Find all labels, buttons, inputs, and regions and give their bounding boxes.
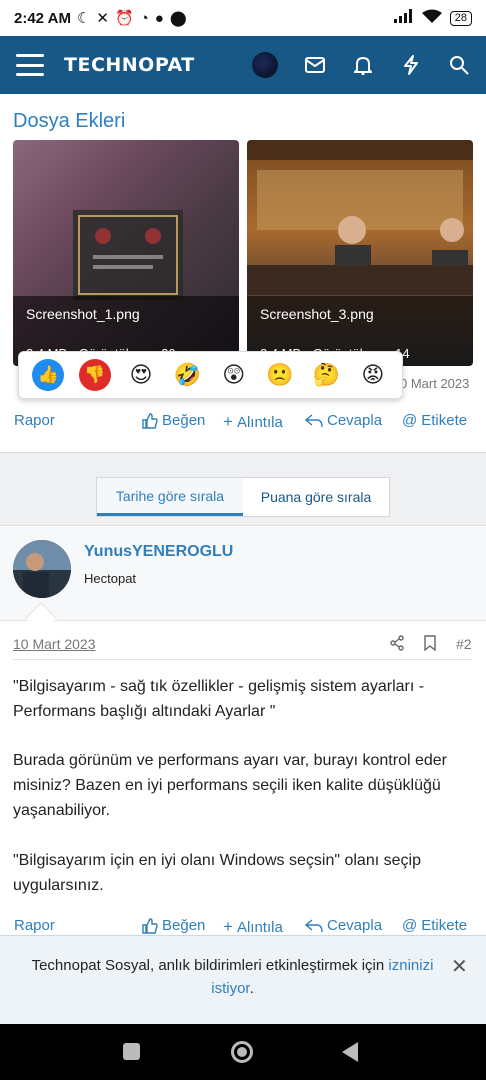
recents-button[interactable] xyxy=(123,1043,140,1060)
like-button[interactable]: Beğen xyxy=(142,917,205,934)
tab-sort-by-score[interactable]: Puana göre sırala xyxy=(243,478,389,516)
mute-icon: ✕ xyxy=(96,10,109,27)
moon-icon: ☾ xyxy=(76,10,91,27)
post-paragraph: "Bilgisayarım için en iyi olanı Windows … xyxy=(13,852,421,894)
like-button[interactable]: Beğen xyxy=(142,412,205,429)
status-time: 2:42 AM xyxy=(14,9,71,27)
at-icon: @ xyxy=(402,917,418,934)
quote-button[interactable]: + Alıntıla xyxy=(223,917,283,937)
thumbs-up-icon xyxy=(142,917,158,934)
close-icon[interactable]: ✕ xyxy=(451,954,468,979)
wow-reaction-icon[interactable]: 😲 xyxy=(218,359,250,391)
status-bar: 2:42 AM ☾ ✕ ⏰ ◔ ● ⬤ 28 xyxy=(0,0,486,36)
attachment-thumbnail-2[interactable]: Screenshot_3.png 2.4 MB · Görüntüleme: 1… xyxy=(247,140,473,366)
location-icon: ⬤ xyxy=(169,10,187,27)
site-logo[interactable]: TECHNOPAT xyxy=(64,54,195,76)
thumbs-up-icon xyxy=(142,412,158,429)
attachment-filename: Screenshot_1.png xyxy=(26,306,140,322)
love-eyes-reaction-icon[interactable]: 😍 xyxy=(125,359,157,391)
home-button[interactable] xyxy=(231,1041,253,1063)
menu-icon[interactable] xyxy=(16,54,44,76)
reply-icon xyxy=(305,918,323,932)
attachment-filename: Screenshot_3.png xyxy=(260,306,374,322)
mail-icon[interactable] xyxy=(304,54,326,76)
share-icon[interactable] xyxy=(389,635,405,656)
reply-icon xyxy=(305,413,323,427)
quote-button[interactable]: + Alıntıla xyxy=(223,412,283,432)
laugh-reaction-icon[interactable]: 🤣 xyxy=(171,359,203,391)
plus-icon: + xyxy=(223,917,233,936)
like-reaction-icon[interactable]: 👍 xyxy=(32,359,65,391)
notification-text: Technopat Sosyal, anlık bildirimleri etk… xyxy=(31,957,389,974)
post-user-block xyxy=(0,527,486,621)
post-user-title: Hectopat xyxy=(84,571,137,586)
bookmark-icon[interactable] xyxy=(423,635,437,656)
post-paragraph: "Bilgisayarım - sağ tık özellikler - gel… xyxy=(13,678,425,720)
post-actions-top: Rapor Beğen + Alıntıla Cevapla @ Etikete xyxy=(0,412,486,436)
post-paragraph: Burada görünüm ve performans ayarı var, … xyxy=(13,752,447,819)
dislike-reaction-icon[interactable]: 👎 xyxy=(78,359,111,391)
user-avatar[interactable] xyxy=(13,540,71,598)
alarm-icon: ⏰ xyxy=(115,10,134,27)
thinking-reaction-icon[interactable]: 🤔 xyxy=(310,359,342,391)
bell-icon[interactable] xyxy=(352,54,374,76)
wifi-icon xyxy=(421,9,442,28)
sad-reaction-icon[interactable]: 🙁 xyxy=(264,359,296,391)
signal-icon xyxy=(393,9,414,27)
post-number[interactable]: #2 xyxy=(456,636,472,652)
notification-banner: Technopat Sosyal, anlık bildirimleri etk… xyxy=(0,935,486,1024)
account-avatar[interactable] xyxy=(252,52,278,78)
plus-icon: + xyxy=(223,412,233,431)
battery-icon: 28 xyxy=(449,10,472,26)
tag-button[interactable]: @ Etikete xyxy=(402,412,467,429)
post-date-partial: 0 Mart 2023 xyxy=(400,376,470,391)
post-date[interactable]: 10 Mart 2023 xyxy=(13,636,96,652)
reply-button[interactable]: Cevapla xyxy=(305,917,382,934)
attachment-thumbnail-1[interactable]: Screenshot_1.png 2.4 MB · Görüntüleme: 2… xyxy=(13,140,239,366)
site-header: TECHNOPAT xyxy=(0,36,486,94)
lightning-icon[interactable] xyxy=(400,54,422,76)
at-icon: @ xyxy=(402,412,418,429)
search-icon[interactable] xyxy=(448,54,470,76)
back-button[interactable] xyxy=(342,1042,358,1067)
divider xyxy=(13,659,473,660)
reactions-popup: 👍 👎 😍 🤣 😲 🙁 🤔 😡 xyxy=(18,351,403,399)
whatsapp-icon: ◔ xyxy=(139,9,149,27)
angry-reaction-icon[interactable]: 😡 xyxy=(357,359,389,391)
tab-sort-by-date[interactable]: Tarihe göre sırala xyxy=(97,478,243,516)
reply-button[interactable]: Cevapla xyxy=(305,412,382,429)
report-link[interactable]: Rapor xyxy=(14,917,55,934)
report-link[interactable]: Rapor xyxy=(14,412,55,429)
sort-tabs: Tarihe göre sırala Puana göre sırala xyxy=(96,477,390,517)
post-username[interactable]: YunusYENEROGLU xyxy=(84,543,233,561)
chat-icon: ● xyxy=(154,9,164,27)
attachments-title: Dosya Ekleri xyxy=(13,110,126,132)
tag-button[interactable]: @ Etikete xyxy=(402,917,467,934)
